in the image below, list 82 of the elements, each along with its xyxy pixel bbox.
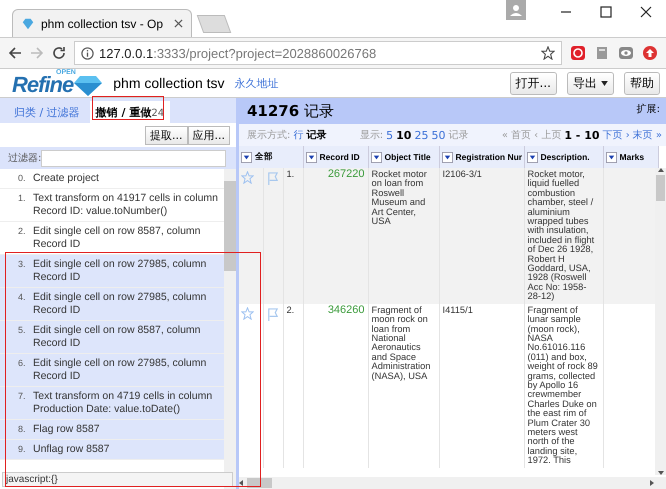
- history-entry[interactable]: 4. Edit single cell on row 27985, column Record ID: [0, 288, 224, 321]
- back-icon[interactable]: [8, 46, 22, 60]
- annotation-frame: [92, 96, 164, 120]
- table-cell: I4115/1: [439, 304, 524, 468]
- action-button[interactable]: 提取...: [145, 126, 188, 144]
- bookmark-star-icon[interactable]: [541, 46, 555, 60]
- dropdown-icon[interactable]: [306, 152, 317, 162]
- history-entry[interactable]: 9. Unflag row 8587: [0, 440, 224, 460]
- history-entry[interactable]: 5. Edit single cell on row 8587, column Record ID: [0, 321, 224, 354]
- header-button[interactable]: 导出: [567, 72, 614, 94]
- column-header: Object Title: [384, 152, 431, 162]
- dropdown-icon[interactable]: [526, 152, 538, 162]
- star-icon[interactable]: [241, 171, 254, 184]
- filter-label: 过滤器:: [8, 152, 42, 165]
- header-button[interactable]: 打开...: [510, 72, 557, 94]
- view-mode-link[interactable]: 记录: [306, 128, 326, 142]
- dropdown-icon[interactable]: [606, 152, 617, 162]
- column-header: Record ID: [320, 152, 360, 162]
- extensions-label: 扩展:: [636, 102, 660, 116]
- history-entry[interactable]: 3. Edit single cell on row 27985, column Record ID: [0, 255, 224, 288]
- close-icon[interactable]: [174, 19, 183, 28]
- table-cell: 346260: [303, 304, 368, 468]
- panel-tab[interactable]: 撤销 / 重做24: [90, 101, 170, 123]
- view-mode-link[interactable]: 行: [293, 128, 304, 142]
- star-icon[interactable]: [241, 306, 254, 320]
- record-count: 41276 记录: [247, 102, 335, 120]
- browser-tab[interactable]: phm collection tsv - Op: [12, 9, 192, 37]
- action-button[interactable]: 应用...: [188, 126, 230, 144]
- dropdown-icon[interactable]: [241, 152, 252, 162]
- eye-icon[interactable]: [618, 45, 634, 61]
- next-page-link[interactable]: 下页 ›: [602, 128, 630, 142]
- column-header: Marks: [620, 152, 644, 162]
- column-header: 全部: [255, 151, 273, 163]
- status-bar: javascript:{}: [2, 472, 233, 487]
- maximize-icon[interactable]: [600, 6, 612, 18]
- close-icon[interactable]: [640, 6, 652, 18]
- history-entry[interactable]: 8. Flag row 8587: [0, 420, 224, 440]
- table-cell: I2106-3/1: [439, 168, 524, 304]
- page-size-link[interactable]: 10: [396, 128, 412, 142]
- show-label: 显示:: [360, 129, 384, 142]
- extension-icon[interactable]: [594, 45, 610, 61]
- upload-icon[interactable]: [642, 45, 658, 61]
- header-button[interactable]: 帮助: [624, 72, 660, 94]
- history-entry[interactable]: 7. Text transform on 4719 cells in column Production Date: value.toDate(): [0, 387, 224, 420]
- dropdown-icon[interactable]: [370, 152, 382, 162]
- page-range: 1 - 10: [564, 128, 600, 142]
- table-cell: Rocket motor on loan from Roswell Museum and Art Center, USA: [368, 168, 440, 304]
- address-field[interactable]: 127.0.0.1:3333/project?project=2028860026768: [74, 41, 562, 65]
- extension-icon[interactable]: [570, 45, 586, 61]
- row-number: 2.: [283, 304, 304, 468]
- scrollbar-thumb[interactable]: [247, 478, 272, 488]
- scrollbar[interactable]: [239, 477, 666, 489]
- scrollbar-thumb[interactable]: [656, 175, 665, 201]
- table-cell: Rocket motor, liquid fuelled combustion chamber, steel / aluminium wrapped tubes with insulation, included in flight of Dec 26 1928, Robert H Goddard, USA, 1928 (Roswell Acc No: 1958-28-12): [524, 168, 604, 304]
- column-header: Registration Nur: [456, 152, 522, 162]
- column-header: Description.: [540, 152, 590, 162]
- tab-title: phm collection tsv - Op: [41, 16, 164, 30]
- project-name: phm collection tsv: [113, 75, 225, 91]
- permalink[interactable]: 永久地址: [234, 76, 279, 90]
- filter-field[interactable]: [41, 150, 226, 166]
- scrollbar[interactable]: [224, 169, 236, 489]
- scroll-down-icon[interactable]: [658, 471, 664, 475]
- view-label: 展示方式:: [247, 128, 290, 142]
- history-entry[interactable]: 6. Edit single cell on row 27985, column Record ID: [0, 354, 224, 387]
- table-cell: Fragment of lunar sample (moon rock), NASA No.61016.116 (011) and box, weight of rock 89 grams, collected by Apollo 16 crewmember Charles Duke on the east rim of Plum Crater 30 meters west north of the landing site, 1972. This: [524, 304, 604, 468]
- scrollbar-thumb[interactable]: [224, 181, 236, 271]
- row-number: 1.: [283, 168, 304, 304]
- url-text: 127.0.0.1:3333/project?project=2028860026768: [99, 46, 378, 60]
- diamond-icon: [21, 16, 35, 30]
- page-size-link[interactable]: 5: [386, 128, 394, 142]
- show-unit: 记录: [448, 129, 468, 142]
- reload-icon[interactable]: [52, 46, 66, 60]
- scrollbar[interactable]: [655, 168, 666, 475]
- table-cell: Fragment of moon rock on loan from National Aeronautics and Space Administration (NASA), USA: [368, 304, 440, 468]
- info-icon: [81, 46, 94, 60]
- panel-tab[interactable]: 归类 / 过滤器: [8, 101, 86, 123]
- last-page-link[interactable]: 末页 »: [632, 128, 662, 142]
- scroll-up-icon[interactable]: [658, 168, 664, 172]
- page-size-link[interactable]: 50: [431, 128, 446, 142]
- table-cell: 267220: [303, 168, 368, 304]
- dropdown-icon[interactable]: [442, 152, 453, 162]
- page-size-link[interactable]: 25: [414, 128, 428, 142]
